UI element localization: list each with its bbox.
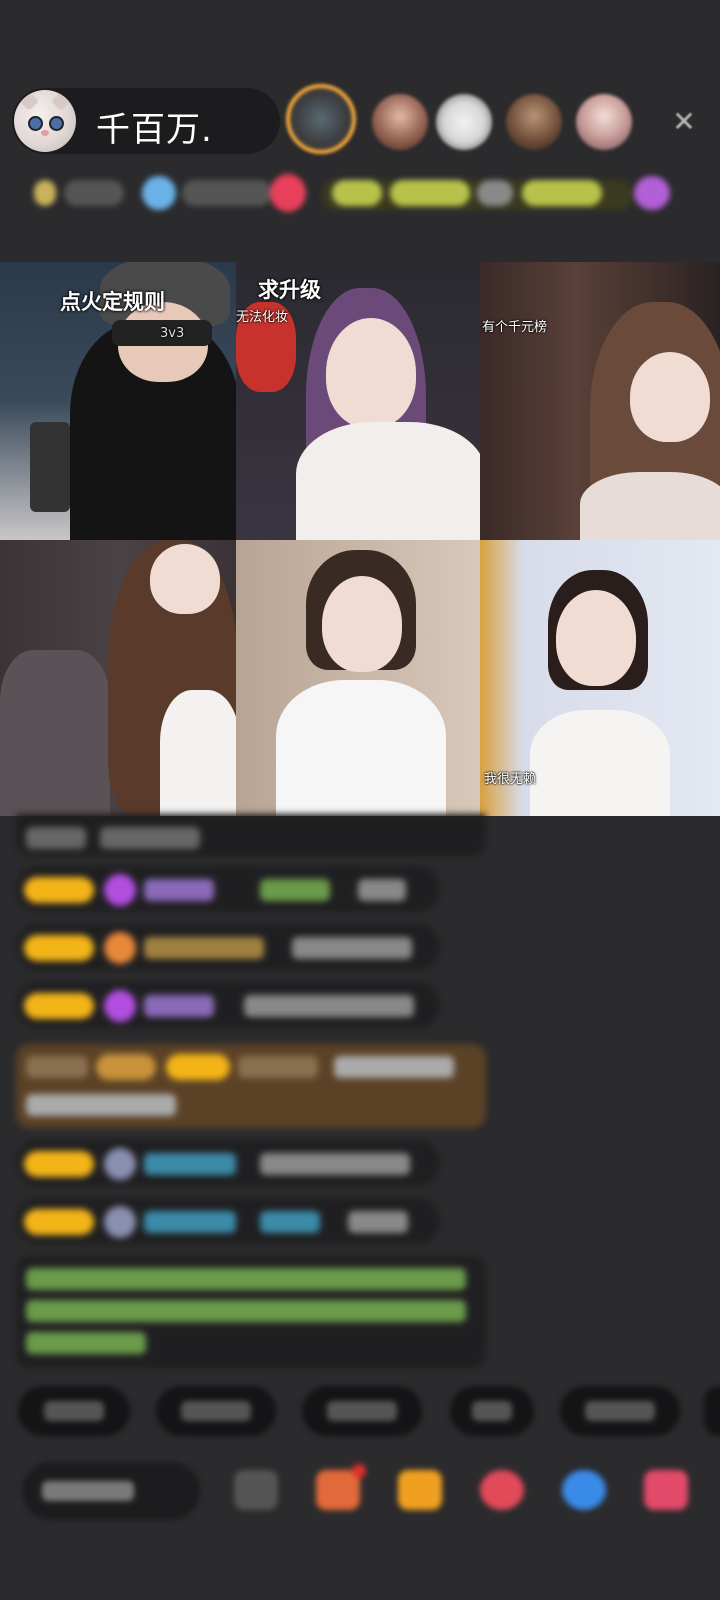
viewer-avatar[interactable] <box>436 94 492 150</box>
quick-reply[interactable] <box>560 1386 680 1436</box>
video-tile[interactable]: 点火定规则 3v3 <box>0 262 236 540</box>
quick-reply[interactable] <box>18 1386 130 1436</box>
viewer-avatar[interactable] <box>576 94 632 150</box>
video-grid: 点火定规则 3v3 求升级 无法化妆 有个千元榜 我很无赖 <box>0 262 720 816</box>
tile-caption: 无法化妆 <box>236 310 289 325</box>
tile-overlay-text: 求升级 <box>258 278 321 302</box>
menu-icon[interactable] <box>644 1470 688 1510</box>
video-tile[interactable]: 求升级 无法化妆 <box>236 262 480 540</box>
quick-reply[interactable] <box>156 1386 276 1436</box>
system-notice <box>16 1256 486 1368</box>
tile-tag: 3v3 <box>160 326 185 341</box>
chat-message <box>16 924 440 970</box>
tile-caption: 有个千元榜 <box>482 320 548 335</box>
chat-message <box>16 982 440 1028</box>
quick-reply[interactable] <box>704 1386 720 1436</box>
chat-message <box>16 1198 440 1244</box>
viewer-avatar[interactable] <box>506 94 562 150</box>
more-icon[interactable] <box>562 1470 606 1510</box>
chat-input[interactable] <box>22 1462 200 1520</box>
quick-reply[interactable] <box>450 1386 534 1436</box>
quick-replies[interactable] <box>18 1386 720 1436</box>
video-tile[interactable]: 我很无赖 <box>480 540 720 816</box>
room-tags[interactable] <box>22 172 698 216</box>
quick-reply[interactable] <box>302 1386 422 1436</box>
viewer-avatar[interactable] <box>372 94 428 150</box>
chat-message <box>16 1140 440 1186</box>
tile-overlay-text: 点火定规则 <box>60 290 165 314</box>
chat-message <box>16 866 440 912</box>
host-name: 千百万. <box>96 110 213 150</box>
close-icon[interactable]: ✕ <box>668 106 700 138</box>
video-tile[interactable] <box>0 540 236 816</box>
video-tile[interactable]: 有个千元榜 <box>480 262 720 540</box>
bottom-bar <box>0 1456 720 1530</box>
share-icon[interactable] <box>480 1470 524 1510</box>
host-avatar[interactable] <box>14 90 76 152</box>
chat-message-highlight <box>16 1044 486 1128</box>
tile-caption: 我很无赖 <box>484 772 537 787</box>
gift-icon[interactable] <box>234 1470 278 1510</box>
video-tile[interactable] <box>236 540 480 816</box>
chat-icon[interactable] <box>398 1470 442 1510</box>
top-viewer-avatar[interactable] <box>286 84 356 154</box>
host-info[interactable]: 千百万. <box>12 88 280 154</box>
chat-message <box>16 814 486 856</box>
